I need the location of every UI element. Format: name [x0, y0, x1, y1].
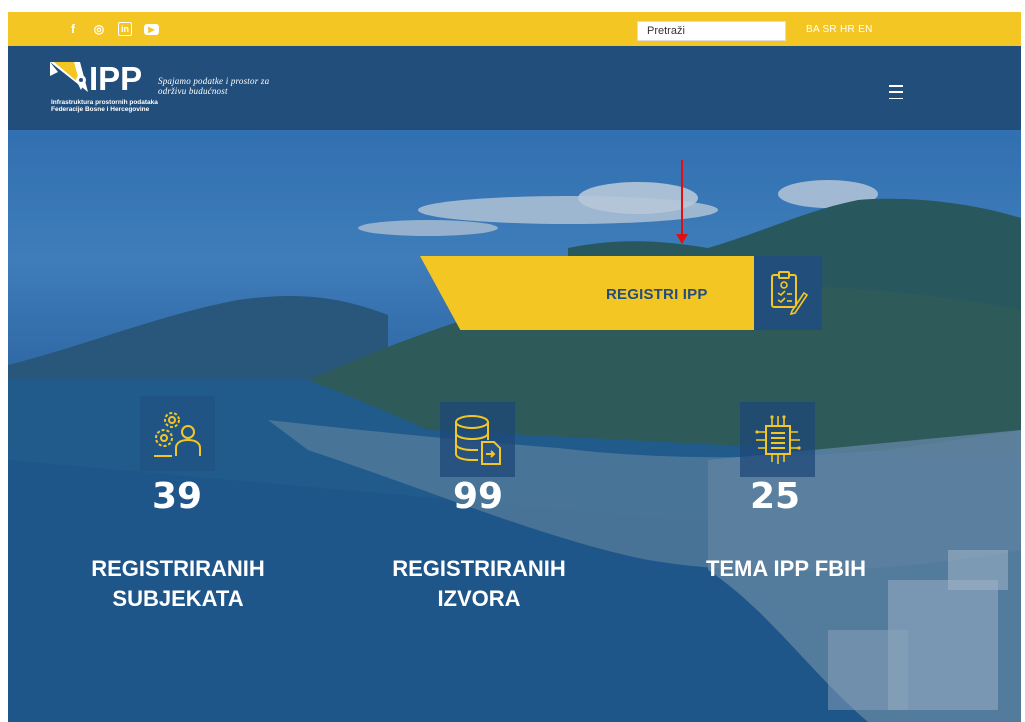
themes-label: TEMA IPP FBIH — [705, 556, 867, 581]
social-links: f ◎ in ▶ — [66, 22, 159, 36]
sources-icon-box — [440, 402, 515, 477]
youtube-icon[interactable]: ▶ — [144, 23, 159, 35]
sources-label: REGISTRIRANIH IZVORA — [392, 556, 566, 611]
gears-person-icon — [153, 411, 201, 457]
ipp-logo[interactable]: IPP Infrastruktura prostornih podataka F… — [48, 58, 158, 118]
annotation-arrow — [681, 160, 683, 238]
linkedin-icon[interactable]: in — [118, 22, 132, 36]
logo-subtitle: Infrastruktura prostornih podataka Feder… — [51, 99, 158, 113]
subjects-label: REGISTRIRANIH SUBJEKATA — [91, 556, 265, 611]
themes-count: 25 — [749, 476, 801, 517]
document-pen-icon — [771, 271, 808, 315]
registri-ipp-icon-box[interactable] — [754, 256, 822, 330]
registri-ipp-label[interactable]: REGISTRI IPP — [606, 286, 708, 303]
logo-mark-icon: IPP — [50, 60, 142, 97]
annotation-arrowhead — [676, 234, 688, 244]
search-input[interactable]: Pretraži — [637, 21, 786, 41]
top-bar: f ◎ in ▶ Pretraži BA SR HR EN — [8, 12, 1021, 46]
themes-icon-box — [740, 402, 815, 477]
facebook-icon[interactable]: f — [66, 22, 80, 36]
hero-section: REGISTRI IPP 39 REGISTRIRANIH SUBJEKATA … — [8, 130, 1021, 722]
page: f ◎ in ▶ Pretraži BA SR HR EN IPP Infras… — [8, 12, 1021, 722]
header: IPP Infrastruktura prostornih podataka F… — [8, 46, 1021, 130]
instagram-icon[interactable]: ◎ — [92, 22, 106, 36]
database-icon — [454, 414, 501, 465]
chip-icon — [754, 414, 801, 464]
tagline: Spajamo podatke i prostor za održivu bud… — [158, 76, 270, 96]
svg-text:IPP: IPP — [89, 60, 142, 97]
language-switcher[interactable]: BA SR HR EN — [806, 24, 873, 35]
sources-count: 99 — [452, 476, 504, 517]
subjects-icon-box — [140, 396, 215, 471]
subjects-count: 39 — [151, 476, 203, 517]
menu-icon[interactable] — [889, 85, 903, 99]
